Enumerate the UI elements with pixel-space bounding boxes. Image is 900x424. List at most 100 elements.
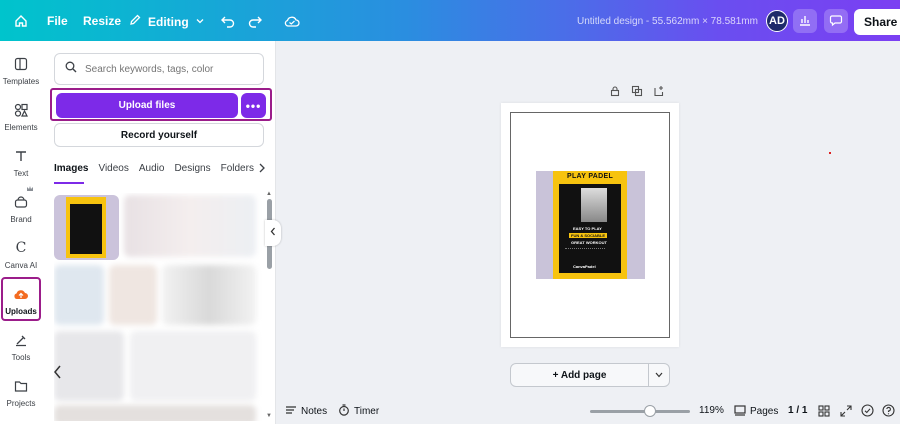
duplicate-icon[interactable] — [631, 84, 643, 102]
add-page-dropdown[interactable] — [649, 364, 669, 386]
tab-audio[interactable]: Audio — [139, 163, 165, 174]
add-page-button[interactable]: + Add page — [511, 364, 649, 386]
bar-chart-icon — [798, 13, 812, 30]
tab-folders[interactable]: Folders — [221, 163, 254, 174]
tab-videos[interactable]: Videos — [98, 163, 128, 174]
scroll-down-arrow[interactable]: ▼ — [266, 413, 272, 419]
media-tabs: Images Videos Audio Designs Folders — [54, 163, 254, 174]
zoom-level[interactable]: 119% — [699, 405, 724, 416]
rail-item-uploads[interactable]: Uploads — [1, 277, 41, 321]
avatar[interactable]: AD — [766, 10, 788, 32]
file-menu-button[interactable]: File — [47, 14, 68, 28]
chevron-left-icon[interactable] — [54, 365, 62, 384]
design-page[interactable]: PLAY PADEL EASY TO PLAY FUN & SOCIABLE G… — [501, 103, 679, 347]
elements-icon — [12, 101, 30, 119]
poster-line-3: GREAT WORKOUT — [571, 240, 607, 245]
rail-item-tools[interactable]: Tools — [0, 331, 42, 362]
notes-icon — [285, 404, 297, 419]
rail-item-templates[interactable]: Templates — [0, 55, 42, 86]
timer-icon — [338, 404, 350, 419]
pencil-icon — [128, 13, 142, 30]
page-border: PLAY PADEL EASY TO PLAY FUN & SOCIABLE G… — [510, 112, 670, 338]
file-label: File — [47, 14, 68, 28]
blurred-thumbnail[interactable] — [54, 405, 256, 421]
cloud-save-icon[interactable] — [282, 11, 302, 31]
rail-label-canva-ai: Canva AI — [4, 261, 38, 270]
rail-label-uploads: Uploads — [5, 307, 37, 316]
undo-icon[interactable] — [218, 11, 238, 31]
uploads-panel: Upload files ••• Record yourself Images … — [42, 41, 276, 424]
upload-thumbnail[interactable] — [54, 195, 119, 260]
page-count: 1 / 1 — [788, 405, 808, 416]
chevron-left-icon — [270, 227, 276, 239]
comment-icon — [829, 13, 843, 30]
poster-brand: CanvaPadel — [573, 264, 596, 269]
notes-button[interactable]: Notes — [285, 404, 327, 419]
rail-label-text: Text — [13, 169, 29, 178]
upload-highlight: Upload files ••• — [50, 88, 272, 121]
comments-button[interactable] — [824, 9, 848, 33]
design-title[interactable]: Untitled design - 55.562mm × 78.581mm — [577, 16, 758, 27]
resize-button[interactable]: Resize — [83, 14, 121, 28]
zoom-slider-handle[interactable] — [644, 405, 656, 417]
page-toolbar — [609, 84, 665, 102]
text-icon — [12, 147, 30, 165]
blurred-thumbnail[interactable] — [124, 195, 256, 257]
rail-label-projects: Projects — [6, 399, 36, 408]
zoom-slider[interactable] — [590, 410, 690, 413]
pages-button[interactable]: Pages — [734, 404, 778, 419]
crown-icon — [26, 185, 34, 193]
chevron-down-icon — [195, 15, 205, 29]
resize-label: Resize — [83, 14, 122, 28]
rail-label-elements: Elements — [4, 123, 38, 132]
insights-button[interactable] — [793, 9, 817, 33]
poster-image[interactable]: PLAY PADEL EASY TO PLAY FUN & SOCIABLE G… — [536, 171, 645, 279]
blurred-thumbnail[interactable] — [130, 331, 256, 401]
left-rail: Templates Elements Text Brand C Canva AI… — [0, 41, 42, 424]
lock-icon[interactable] — [609, 84, 621, 102]
uploads-grid — [54, 193, 264, 421]
more-options-button[interactable]: ••• — [241, 93, 266, 118]
blurred-thumbnail[interactable] — [54, 331, 124, 401]
tab-designs[interactable]: Designs — [174, 163, 210, 174]
folder-icon — [12, 377, 30, 395]
templates-icon — [12, 55, 30, 73]
editing-mode-button[interactable]: Editing — [128, 13, 205, 30]
bottom-bar: Notes Timer 119% Pages 1 / 1 — [277, 398, 900, 424]
chevron-down-icon — [655, 370, 663, 380]
rail-item-elements[interactable]: Elements — [0, 101, 42, 132]
search-box[interactable] — [54, 53, 264, 85]
uploads-icon — [12, 285, 30, 303]
rail-item-text[interactable]: Text — [0, 147, 42, 178]
poster-title: PLAY PADEL — [566, 173, 614, 180]
search-input[interactable] — [85, 63, 255, 75]
rail-label-brand: Brand — [10, 215, 32, 224]
blurred-thumbnail[interactable] — [162, 265, 256, 325]
pages-label: Pages — [750, 406, 779, 417]
grid-view-icon[interactable] — [818, 405, 830, 417]
fullscreen-icon[interactable] — [840, 405, 852, 417]
timer-button[interactable]: Timer — [338, 404, 379, 419]
chevron-right-icon[interactable] — [258, 163, 266, 176]
notes-label: Notes — [301, 406, 328, 417]
poster-line-2: FUN & SOCIABLE — [569, 233, 607, 238]
share-button[interactable]: Share — [854, 9, 900, 35]
check-icon[interactable] — [861, 404, 874, 417]
home-icon[interactable] — [11, 11, 31, 31]
canva-ai-icon: C — [15, 240, 27, 256]
blurred-thumbnail[interactable] — [54, 265, 104, 325]
help-icon[interactable] — [882, 404, 895, 417]
upload-files-button[interactable]: Upload files — [56, 93, 238, 118]
rail-item-brand[interactable]: Brand — [0, 185, 42, 224]
top-bar: File Resize Editing Untitled design - 55… — [0, 0, 900, 41]
poster-line-1: EASY TO PLAY — [573, 226, 602, 231]
collapse-panel-button[interactable] — [265, 220, 281, 246]
add-page-icon[interactable] — [653, 84, 665, 102]
redo-icon[interactable] — [245, 11, 265, 31]
rail-item-projects[interactable]: Projects — [0, 377, 42, 408]
blurred-thumbnail[interactable] — [109, 265, 157, 325]
scroll-up-arrow[interactable]: ▲ — [266, 191, 272, 197]
record-yourself-button[interactable]: Record yourself — [54, 123, 264, 147]
tab-images[interactable]: Images — [54, 163, 88, 174]
rail-item-canva-ai[interactable]: C Canva AI — [0, 239, 42, 270]
